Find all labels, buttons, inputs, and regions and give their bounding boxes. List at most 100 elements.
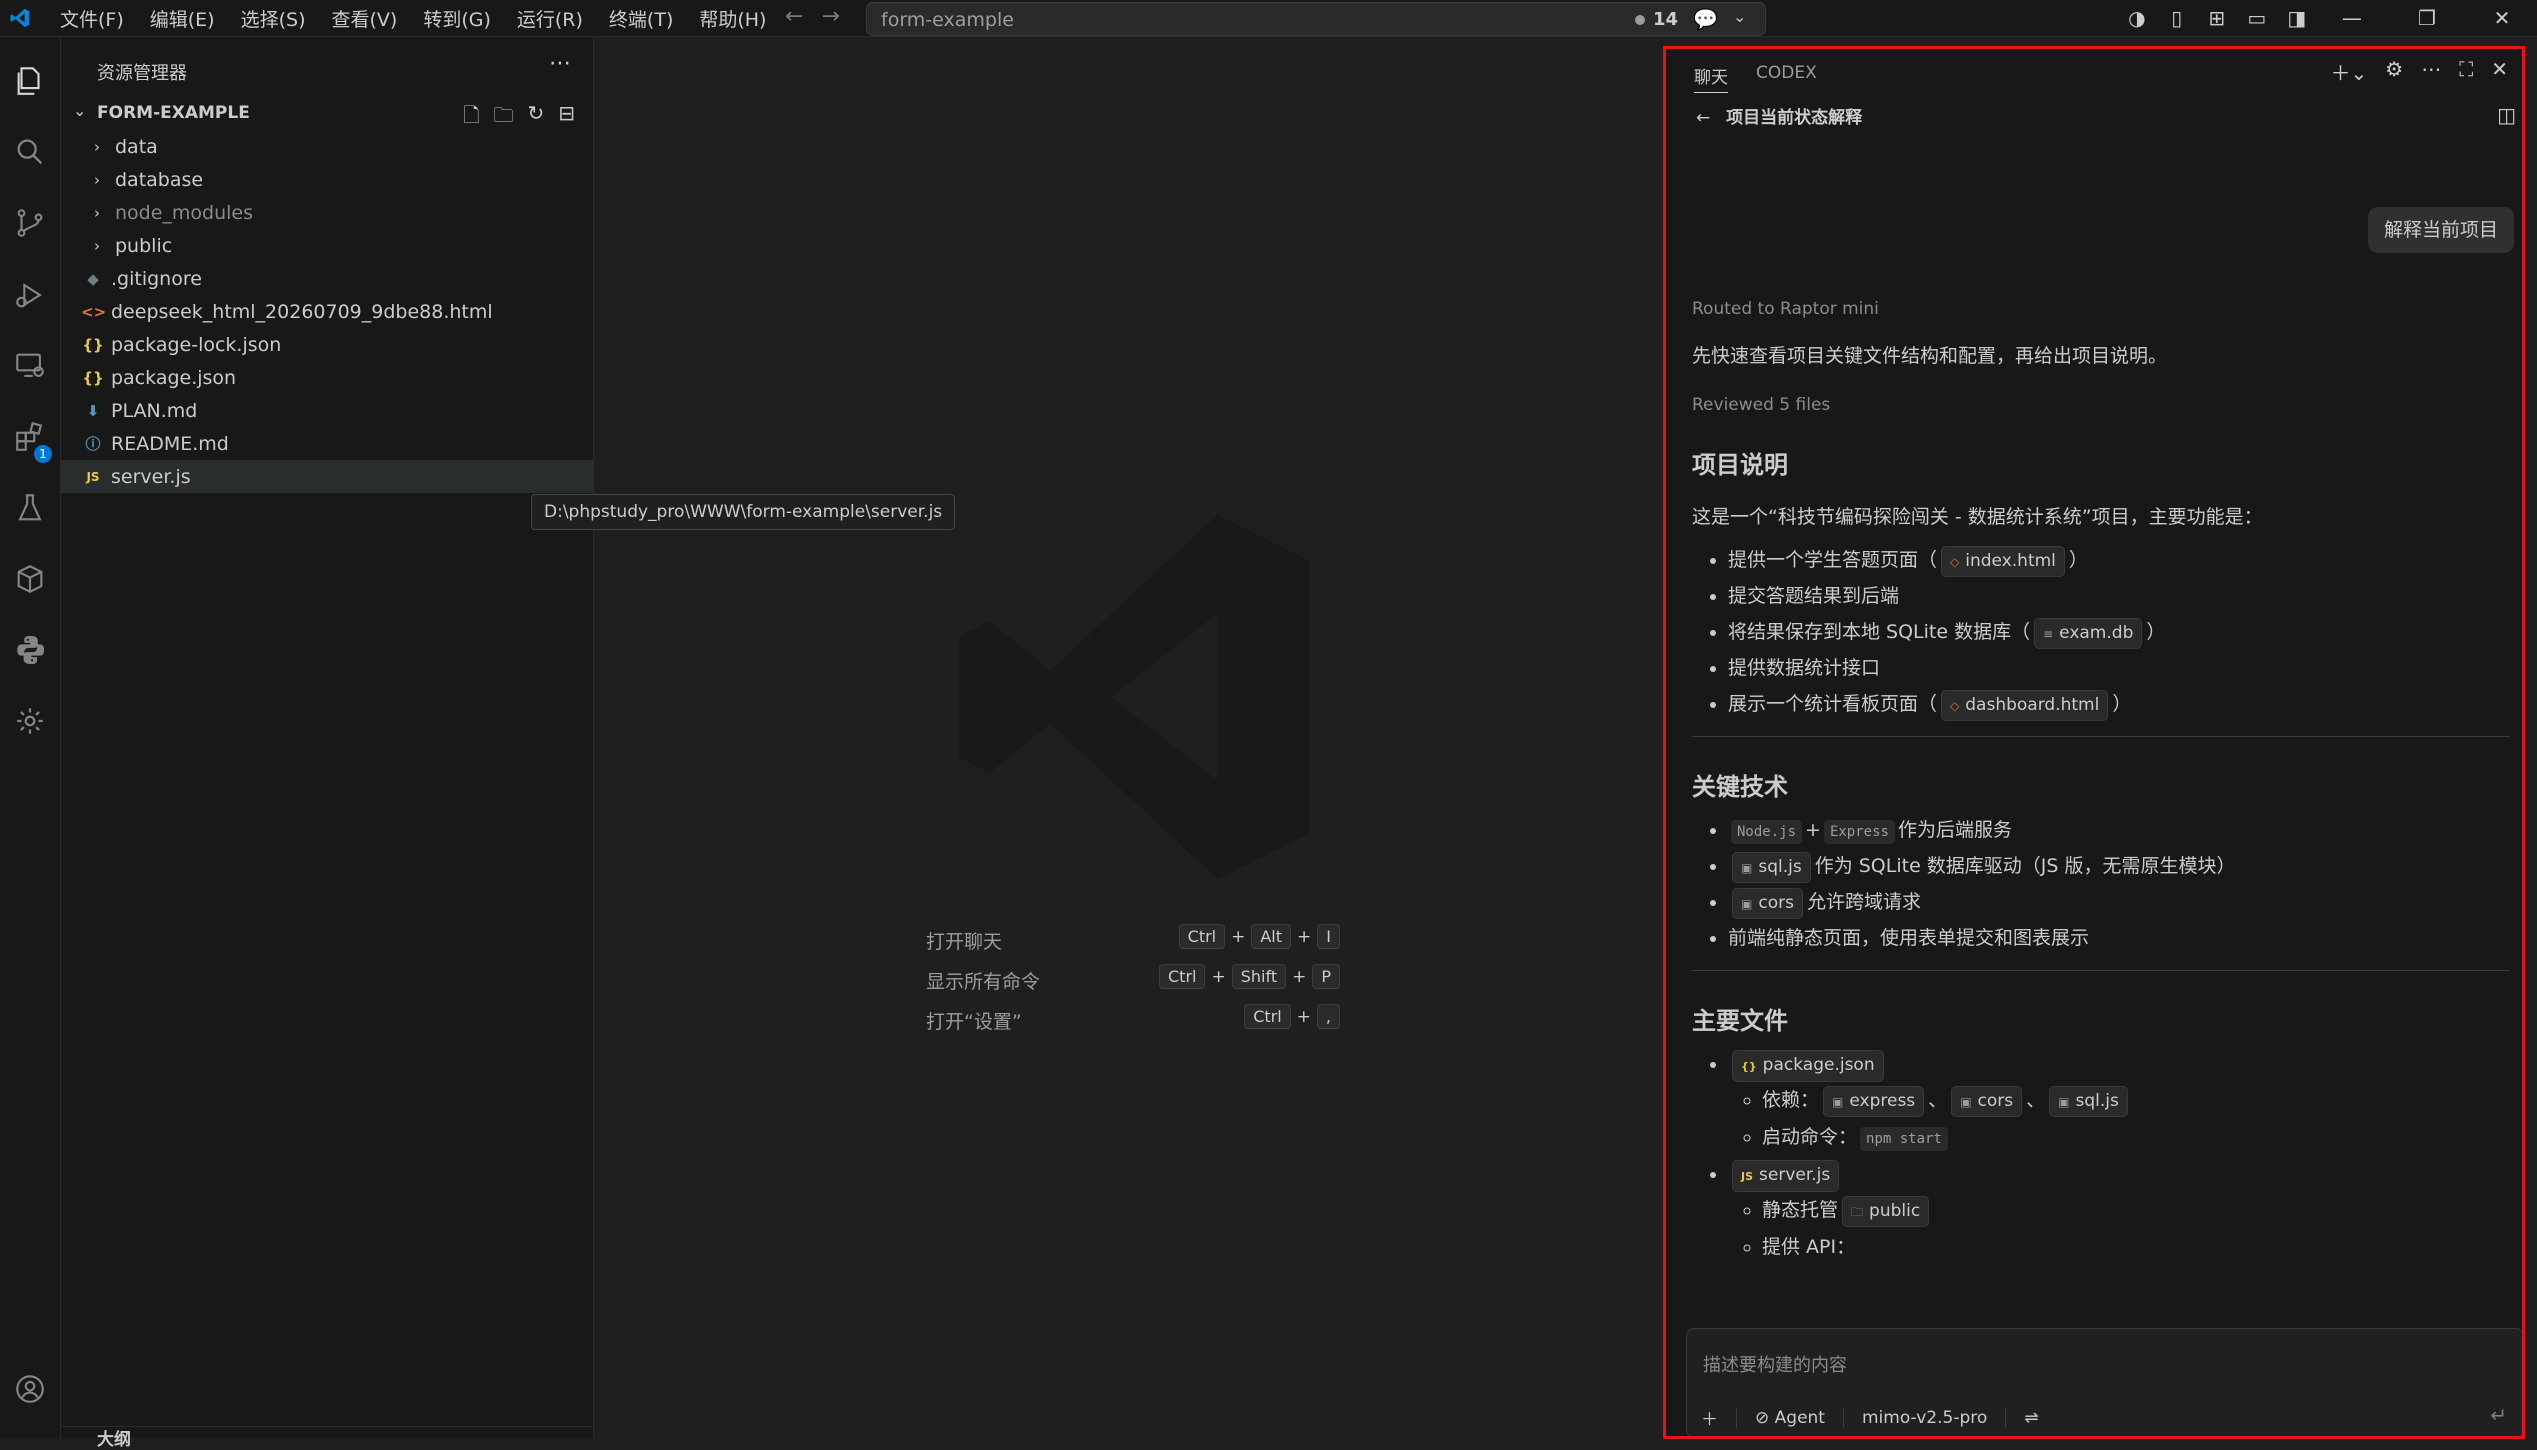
folder-chip[interactable]: 🗀 public <box>1842 1196 1930 1227</box>
add-context-plus-icon[interactable]: ＋ <box>1701 1405 1718 1430</box>
remote-explorer-icon[interactable] <box>0 336 60 396</box>
account-icon[interactable] <box>0 1359 60 1419</box>
toggle-panel-icon[interactable]: ▭ <box>2237 6 2277 30</box>
customize-layout-icon[interactable]: ⊞ <box>2197 6 2237 30</box>
section-desc: 这是一个“科技节编码探险闯关 - 数据统计系统”项目，主要功能是： <box>1692 506 2263 528</box>
menu-file[interactable]: 文件(F) <box>48 1 136 36</box>
tree-item-package-lock[interactable]: {} package-lock.json <box>61 328 593 361</box>
workspace-section-header[interactable]: ⌄ FORM-EXAMPLE 🗋 🗀 ↻ ⊟ <box>61 99 593 129</box>
key: Ctrl <box>1178 924 1226 949</box>
vscode-logo-icon <box>0 0 40 36</box>
tree-item-label: server.js <box>111 465 191 488</box>
gear-settings-sync-icon[interactable] <box>0 691 60 751</box>
search-icon[interactable] <box>0 122 60 182</box>
package-chip[interactable]: ▣ sql.js <box>1732 852 1811 883</box>
file-chip[interactable]: ◇ dashboard.html <box>1941 690 2109 721</box>
run-debug-icon[interactable] <box>0 265 60 325</box>
chat-sparkle-icon[interactable]: 💬 <box>1693 7 1718 31</box>
section-heading: 关键技术 <box>1692 773 1788 801</box>
menu-selection[interactable]: 选择(S) <box>229 1 318 36</box>
minimize-icon[interactable]: — <box>2317 6 2387 30</box>
chevron-down-icon[interactable]: ⌄ <box>1733 7 1746 26</box>
json-file-icon: {} <box>1741 1060 1757 1073</box>
tree-item-package-json[interactable]: {} package.json <box>61 361 593 394</box>
sub-list-item: 依赖： ▣ express 、 ▣ cors 、 ▣ sql.js <box>1762 1082 2510 1119</box>
tree-item-node-modules[interactable]: › node_modules <box>61 196 593 229</box>
toggle-secondary-sidebar-icon[interactable]: ◨ <box>2277 6 2317 30</box>
tools-settings-icon[interactable]: ⇌ <box>2024 1408 2038 1428</box>
gear-icon[interactable]: ⚙ <box>2385 57 2403 86</box>
toggle-sessions-icon[interactable]: ◫ <box>2497 103 2516 127</box>
tech-list: Node.js+Express作为后端服务 ▣ sql.js 作为 SQLite 数… <box>1692 812 2510 956</box>
chat-input-box[interactable]: 描述要构建的内容 ＋ ⊘ Agent mimo-v2.5-pro ⇌ ↵ <box>1686 1328 2522 1436</box>
send-icon[interactable]: ↵ <box>2490 1403 2507 1427</box>
back-arrow-icon[interactable]: ← <box>785 4 803 29</box>
source-control-icon[interactable] <box>0 193 60 253</box>
more-actions-icon[interactable]: ⋯ <box>2421 57 2441 86</box>
close-window-icon[interactable]: ✕ <box>2467 6 2537 30</box>
outline-section[interactable]: 大纲 <box>61 1426 593 1450</box>
tab-chat[interactable]: 聊天 <box>1694 63 1728 93</box>
extensions-icon[interactable]: 1 <box>0 407 60 467</box>
menu-help[interactable]: 帮助(H) <box>687 1 778 36</box>
shortcut-hints: 打开聊天 Ctrl + Alt + I 显示所有命令 Ctrl + Shift … <box>926 921 1340 1041</box>
close-icon[interactable]: ✕ <box>2491 57 2508 86</box>
tree-item-gitignore[interactable]: ◆ .gitignore <box>61 262 593 295</box>
list-item: 提交答题结果到后端 <box>1728 578 2510 614</box>
tree-item-plan-md[interactable]: ⬇ PLAN.md <box>61 394 593 427</box>
divider <box>2005 1407 2007 1428</box>
new-chat-plus-icon[interactable]: ＋⌄ <box>2331 57 2368 86</box>
inline-code: Express <box>1823 820 1895 844</box>
testing-flask-icon[interactable] <box>0 478 60 538</box>
restore-icon[interactable]: ❐ <box>2392 6 2462 30</box>
git-file-icon: ◆ <box>87 269 99 288</box>
file-chip[interactable]: ◇ index.html <box>1941 546 2065 577</box>
divider <box>1692 736 2510 737</box>
json-file-icon: {} <box>82 335 104 354</box>
file-chip[interactable]: {} package.json <box>1732 1050 1884 1082</box>
list-item: 提供数据统计接口 <box>1728 650 2510 686</box>
section-heading: 主要文件 <box>1692 1007 1788 1035</box>
conversation-title: 项目当前状态解释 <box>1726 108 1863 128</box>
copilot-icon[interactable]: ◑ <box>2117 6 2157 30</box>
explorer-icon[interactable] <box>0 51 60 111</box>
tab-codex[interactable]: CODEX <box>1756 63 1817 93</box>
tree-item-database[interactable]: › database <box>61 163 593 196</box>
package-chip[interactable]: ▣ express <box>1823 1086 1925 1117</box>
forward-arrow-icon[interactable]: → <box>821 4 839 29</box>
menu-go[interactable]: 转到(G) <box>411 1 503 36</box>
model-picker[interactable]: mimo-v2.5-pro <box>1862 1408 1987 1428</box>
chat-input-placeholder[interactable]: 描述要构建的内容 <box>1703 1351 1847 1377</box>
explorer-title: 资源管理器 <box>97 63 187 84</box>
containers-icon[interactable] <box>0 549 60 609</box>
tree-item-readme[interactable]: ⓘ README.md <box>61 427 593 460</box>
list-text: ） <box>2068 549 2088 571</box>
agent-mode-picker[interactable]: ⊘ Agent <box>1755 1408 1825 1428</box>
reviewed-files[interactable]: Reviewed 5 files <box>1692 395 2510 415</box>
maximize-icon[interactable]: ⛶ <box>2459 57 2473 86</box>
menu-run[interactable]: 运行(R) <box>505 1 595 36</box>
more-actions-icon[interactable]: ⋯ <box>549 51 571 76</box>
tree-item-data[interactable]: › data <box>61 130 593 163</box>
menu-view[interactable]: 查看(V) <box>320 1 410 36</box>
file-chip[interactable]: ≡ exam.db <box>2034 618 2143 649</box>
back-arrow-icon[interactable]: ← <box>1696 108 1710 128</box>
tree-item-deepseek-html[interactable]: <> deepseek_html_20260709_9dbe88.html <box>61 295 593 328</box>
toggle-primary-sidebar-icon[interactable]: ▯ <box>2157 6 2197 30</box>
package-chip[interactable]: ▣ sql.js <box>2049 1086 2128 1117</box>
tree-item-server-js[interactable]: JS server.js <box>61 460 593 493</box>
package-chip[interactable]: ▣ cors <box>1951 1086 2023 1117</box>
menu-edit[interactable]: 编辑(E) <box>138 1 227 36</box>
plus-text: + <box>1805 819 1821 841</box>
command-center[interactable]: form-example 14 💬 ⌄ <box>866 2 1766 36</box>
file-chip[interactable]: JS server.js <box>1732 1160 1840 1192</box>
menu-terminal[interactable]: 终端(T) <box>597 1 685 36</box>
chip-label: cors <box>1977 1091 2014 1111</box>
html-file-icon: <> <box>81 302 107 321</box>
title-bar: 文件(F) 编辑(E) 选择(S) 查看(V) 转到(G) 运行(R) 终端(T… <box>0 0 2537 37</box>
javascript-file-icon: JS <box>1741 1170 1754 1183</box>
package-chip[interactable]: ▣ cors <box>1732 888 1803 919</box>
chevron-right-icon: › <box>94 170 100 189</box>
python-icon[interactable] <box>0 620 60 680</box>
tree-item-public[interactable]: › public <box>61 229 593 262</box>
